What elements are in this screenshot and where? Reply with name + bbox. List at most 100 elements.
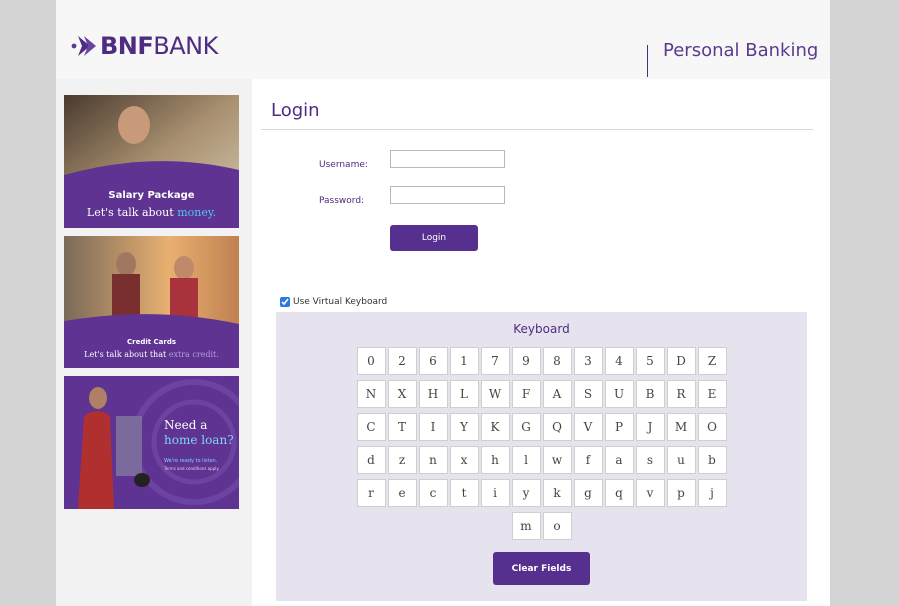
key[interactable]: N [356,380,386,408]
key[interactable]: 3 [573,347,603,375]
key[interactable]: s [635,446,665,474]
key[interactable]: 4 [604,347,634,375]
page-title: Login [271,100,320,121]
key[interactable]: c [418,479,448,507]
key[interactable]: 2 [387,347,417,375]
ad-home-headline: Need a home loan? [164,418,234,447]
key[interactable]: W [480,380,510,408]
key[interactable]: U [604,380,634,408]
ad-credit-photo [64,236,239,368]
key[interactable]: H [418,380,448,408]
key[interactable]: B [635,380,665,408]
key[interactable]: Y [449,413,479,441]
ad-sidebar: Salary Package Let's talk about money. C… [56,79,252,606]
key[interactable]: O [697,413,727,441]
key[interactable]: n [418,446,448,474]
key[interactable]: J [635,413,665,441]
key[interactable]: M [666,413,696,441]
keyboard-row: m o [276,512,807,540]
key[interactable]: m [511,512,541,540]
key[interactable]: r [356,479,386,507]
key[interactable]: D [666,347,696,375]
key[interactable]: I [418,413,448,441]
key[interactable]: e [387,479,417,507]
password-label: Password: [319,196,365,206]
key[interactable]: T [387,413,417,441]
key[interactable]: P [604,413,634,441]
key[interactable]: l [511,446,541,474]
key[interactable]: p [666,479,696,507]
keyboard-title: Keyboard [513,322,570,336]
key[interactable]: z [387,446,417,474]
key[interactable]: R [666,380,696,408]
key[interactable]: 0 [356,347,386,375]
keyboard-row: N X H L W F A S U B R E [276,380,807,408]
section-title: Personal Banking [663,40,819,61]
key[interactable]: S [573,380,603,408]
key[interactable]: b [697,446,727,474]
ad-home-tagline: We're ready to listen. [164,458,218,464]
login-button[interactable]: Login [390,225,478,251]
page: BNFBANK Personal Banking Salary Package [56,0,830,606]
logo-chevron-icon [71,36,96,56]
key[interactable]: w [542,446,572,474]
key[interactable]: F [511,380,541,408]
keyboard-row: C T I Y K G Q V P J M O [276,413,807,441]
header-divider [647,45,648,77]
key[interactable]: 9 [511,347,541,375]
virtual-keyboard: Keyboard 0 2 6 1 7 9 8 3 4 5 D Z N X H L [276,312,807,601]
key[interactable]: 6 [418,347,448,375]
key[interactable]: 8 [542,347,572,375]
key[interactable]: A [542,380,572,408]
keyboard-row: 0 2 6 1 7 9 8 3 4 5 D Z [276,347,807,375]
key[interactable]: K [480,413,510,441]
ad-home-terms: Terms and conditions apply. [164,466,220,471]
key[interactable]: C [356,413,386,441]
username-label: Username: [319,160,368,170]
key[interactable]: k [542,479,572,507]
key[interactable]: x [449,446,479,474]
virtual-keyboard-label: Use Virtual Keyboard [293,297,388,307]
key[interactable]: X [387,380,417,408]
key[interactable]: Q [542,413,572,441]
ad-credit-tagline: Let's talk about that extra credit. [84,350,219,359]
virtual-keyboard-toggle[interactable]: Use Virtual Keyboard [280,297,387,307]
key[interactable]: f [573,446,603,474]
ad-credit-headline: Credit Cards [126,338,177,346]
password-input[interactable] [390,186,505,204]
key[interactable]: 7 [480,347,510,375]
key[interactable]: L [449,380,479,408]
key[interactable]: t [449,479,479,507]
ad-home-loan[interactable]: Need a home loan? We're ready to listen. … [64,376,239,509]
key[interactable]: a [604,446,634,474]
key[interactable]: j [697,479,727,507]
ad-salary-tagline: Let's talk about money. [86,206,217,219]
key[interactable]: Z [697,347,727,375]
key[interactable]: 1 [449,347,479,375]
key[interactable]: u [666,446,696,474]
key[interactable]: v [635,479,665,507]
virtual-keyboard-checkbox[interactable] [280,297,290,307]
key[interactable]: 5 [635,347,665,375]
logo-text: BNFBANK [100,32,218,60]
key[interactable]: o [542,512,572,540]
bnf-bank-logo[interactable]: BNFBANK [70,32,218,60]
key[interactable]: V [573,413,603,441]
keyboard-row: d z n x h l w f a s u b [276,446,807,474]
ad-salary-package[interactable]: Salary Package Let's talk about money. [64,95,239,228]
ad-salary-headline: Salary Package [108,190,195,201]
title-divider [261,129,813,130]
key[interactable]: y [511,479,541,507]
key[interactable]: G [511,413,541,441]
ad-credit-cards[interactable]: Credit Cards Let's talk about that extra… [64,236,239,368]
key[interactable]: i [480,479,510,507]
key[interactable]: E [697,380,727,408]
clear-fields-button[interactable]: Clear Fields [493,552,590,585]
header: BNFBANK Personal Banking [56,0,830,79]
key[interactable]: g [573,479,603,507]
key[interactable]: q [604,479,634,507]
key[interactable]: d [356,446,386,474]
username-input[interactable] [390,150,505,168]
key[interactable]: h [480,446,510,474]
keyboard-row: r e c t i y k g q v p j [276,479,807,507]
